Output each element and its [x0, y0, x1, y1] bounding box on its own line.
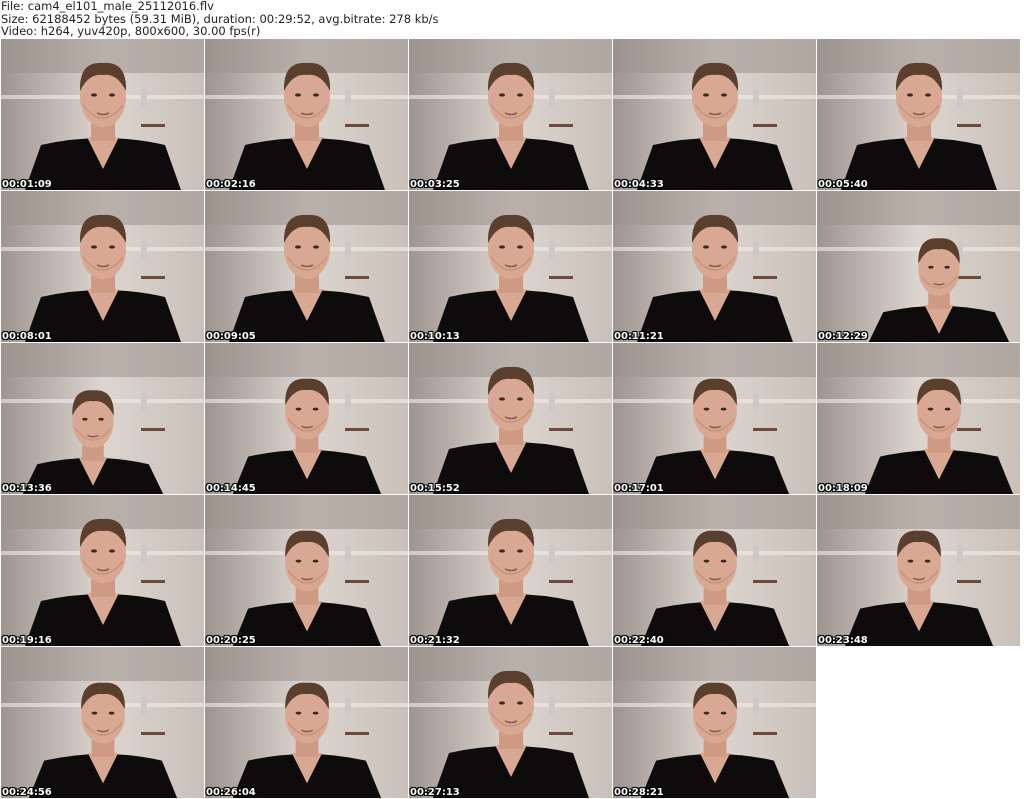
thumbnail-timestamp: 00:09:05 [206, 331, 256, 342]
file-name-line: File: cam4_el101_male_25112016.flv [1, 0, 214, 13]
thumbnail-timestamp: 00:01:09 [2, 179, 52, 190]
webcam-frame-image [817, 191, 1020, 342]
webcam-frame-image [817, 495, 1020, 646]
file-info-header: File: cam4_el101_male_25112016.flv Size:… [1, 0, 1021, 38]
video-thumbnail: 00:09:05 [205, 191, 408, 342]
video-thumbnail: 00:20:25 [205, 495, 408, 646]
thumbnail-timestamp: 00:19:16 [2, 635, 52, 646]
thumbnail-timestamp: 00:23:48 [818, 635, 868, 646]
webcam-frame-image [409, 191, 612, 342]
thumbnail-timestamp: 00:18:09 [818, 483, 868, 494]
video-thumbnail: 00:24:56 [1, 647, 204, 798]
thumbnail-timestamp: 00:27:13 [410, 787, 460, 798]
thumbnail-timestamp: 00:11:21 [614, 331, 664, 342]
webcam-frame-image [205, 647, 408, 798]
thumbnail-timestamp: 00:14:45 [206, 483, 256, 494]
thumbnail-timestamp: 00:15:52 [410, 483, 460, 494]
video-thumbnail: 00:05:40 [817, 39, 1020, 190]
thumbnail-timestamp: 00:02:16 [206, 179, 256, 190]
video-thumbnail: 00:12:29 [817, 191, 1020, 342]
video-thumbnail: 00:04:33 [613, 39, 816, 190]
video-thumbnail: 00:03:25 [409, 39, 612, 190]
video-thumbnail: 00:21:32 [409, 495, 612, 646]
video-info-line: Video: h264, yuv420p, 800x600, 30.00 fps… [1, 24, 261, 38]
thumbnail-timestamp: 00:12:29 [818, 331, 868, 342]
webcam-frame-image [409, 343, 612, 494]
webcam-frame-image [1, 495, 204, 646]
thumbnail-timestamp: 00:08:01 [2, 331, 52, 342]
video-thumbnail: 00:22:40 [613, 495, 816, 646]
thumbnail-timestamp: 00:24:56 [2, 787, 52, 798]
webcam-frame-image [817, 343, 1020, 494]
webcam-frame-image [1, 647, 204, 798]
video-thumbnail: 00:15:52 [409, 343, 612, 494]
video-thumbnail: 00:19:16 [1, 495, 204, 646]
video-thumbnail: 00:17:01 [613, 343, 816, 494]
webcam-frame-image [613, 39, 816, 190]
video-thumbnail: 00:13:36 [1, 343, 204, 494]
webcam-frame-image [205, 39, 408, 190]
webcam-frame-image [1, 191, 204, 342]
thumbnail-grid: 00:01:09 00:02:16 00:03:25 00:04:33 00:0… [1, 39, 1023, 799]
video-thumbnail: 00:26:04 [205, 647, 408, 798]
webcam-frame-image [1, 343, 204, 494]
webcam-frame-image [613, 495, 816, 646]
thumbnail-timestamp: 00:20:25 [206, 635, 256, 646]
thumbnail-timestamp: 00:03:25 [410, 179, 460, 190]
video-thumbnail: 00:08:01 [1, 191, 204, 342]
thumbnail-timestamp: 00:21:32 [410, 635, 460, 646]
thumbnail-timestamp: 00:04:33 [614, 179, 664, 190]
video-thumbnail: 00:01:09 [1, 39, 204, 190]
webcam-frame-image [205, 343, 408, 494]
video-thumbnail: 00:02:16 [205, 39, 408, 190]
thumbnail-timestamp: 00:22:40 [614, 635, 664, 646]
video-thumbnail: 00:18:09 [817, 343, 1020, 494]
thumbnail-timestamp: 00:10:13 [410, 331, 460, 342]
webcam-frame-image [1, 39, 204, 190]
webcam-frame-image [409, 647, 612, 798]
video-thumbnail: 00:27:13 [409, 647, 612, 798]
thumbnail-timestamp: 00:17:01 [614, 483, 664, 494]
thumbnail-timestamp: 00:26:04 [206, 787, 256, 798]
thumbnail-timestamp: 00:13:36 [2, 483, 52, 494]
video-thumbnail: 00:28:21 [613, 647, 816, 798]
video-thumbnail: 00:23:48 [817, 495, 1020, 646]
video-thumbnail: 00:11:21 [613, 191, 816, 342]
webcam-frame-image [205, 495, 408, 646]
thumbnail-timestamp: 00:05:40 [818, 179, 868, 190]
webcam-frame-image [613, 343, 816, 494]
thumbnail-timestamp: 00:28:21 [614, 787, 664, 798]
webcam-frame-image [613, 647, 816, 798]
webcam-frame-image [409, 495, 612, 646]
webcam-frame-image [409, 39, 612, 190]
webcam-frame-image [613, 191, 816, 342]
video-thumbnail: 00:10:13 [409, 191, 612, 342]
webcam-frame-image [205, 191, 408, 342]
video-thumbnail: 00:14:45 [205, 343, 408, 494]
webcam-frame-image [817, 39, 1020, 190]
